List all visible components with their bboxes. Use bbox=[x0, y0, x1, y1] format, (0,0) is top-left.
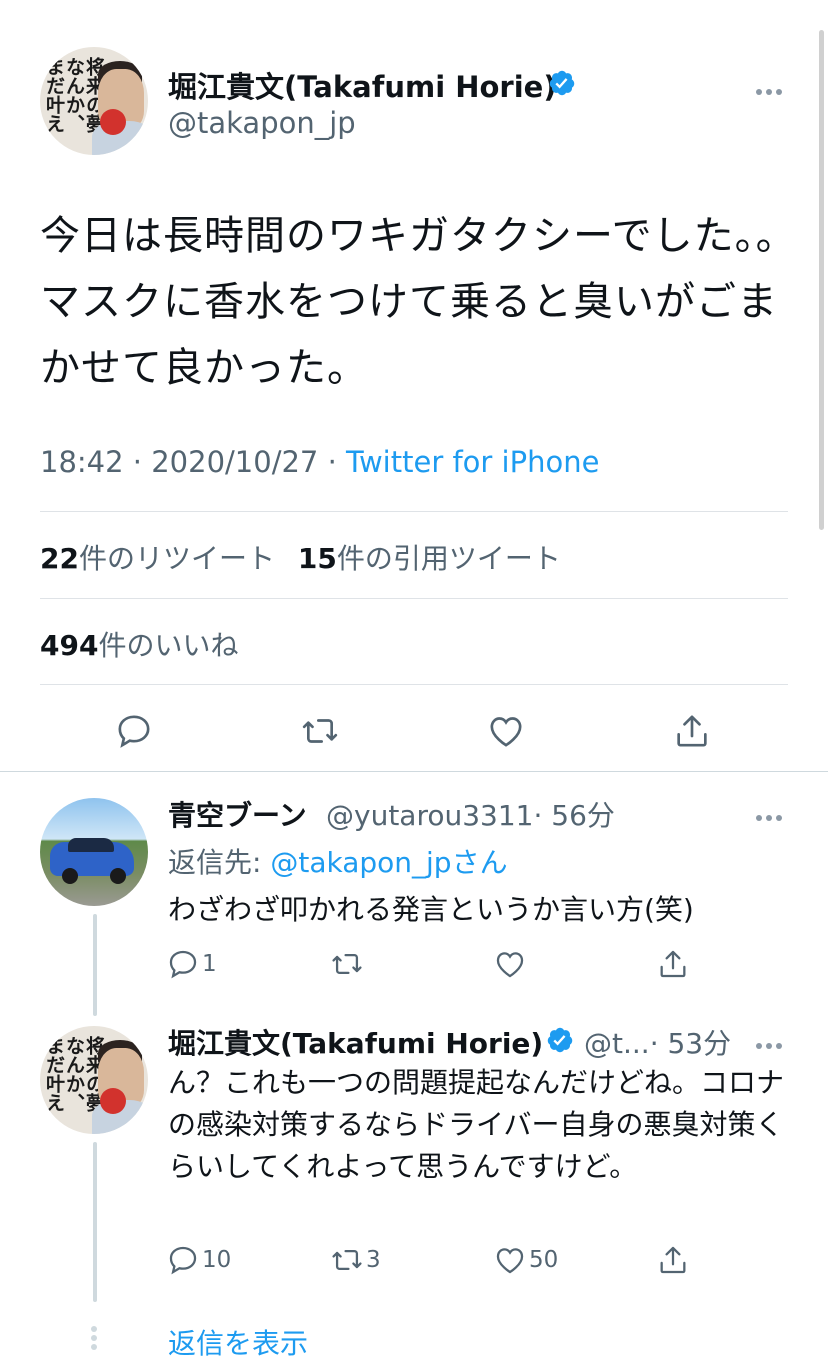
reply-count: 10 bbox=[202, 1247, 232, 1273]
reply-author-handle[interactable]: @t...· 53分 bbox=[584, 1022, 731, 1062]
share-icon[interactable] bbox=[672, 711, 712, 751]
share-action[interactable] bbox=[656, 1243, 692, 1277]
section-divider bbox=[0, 771, 828, 772]
tweet-text: 今日は長時間のワキガタクシーでした。。マスクに香水をつけて乗ると臭いがごまかせて… bbox=[40, 213, 797, 391]
reply-icon bbox=[169, 1246, 197, 1275]
retweet-count: 22 bbox=[40, 542, 79, 575]
retweet-icon[interactable] bbox=[300, 711, 340, 751]
quote-label: 件の引用ツイート bbox=[336, 542, 561, 575]
share-action[interactable] bbox=[656, 947, 692, 981]
more-options-icon[interactable] bbox=[756, 80, 786, 95]
like-heart-icon[interactable] bbox=[486, 711, 526, 751]
reply-time: · 56分 bbox=[533, 799, 615, 832]
retweet-label: 件のリツイート bbox=[78, 542, 275, 575]
scrollbar[interactable] bbox=[819, 30, 824, 530]
verified-badge-icon bbox=[549, 70, 575, 96]
avatar[interactable] bbox=[40, 798, 148, 906]
author-name[interactable]: 堀江貴文(Takafumi Horie) bbox=[168, 64, 557, 106]
more-options-icon[interactable] bbox=[756, 1034, 786, 1049]
reply-author-name[interactable]: 青空ブーン bbox=[168, 794, 307, 834]
thread-line bbox=[93, 914, 97, 1016]
more-options-icon[interactable] bbox=[756, 806, 786, 821]
like-count: 50 bbox=[529, 1247, 559, 1273]
reply-text: ん？これも一つの問題提起なんだけどね。コロナの感染対策するならドライバー自身の悪… bbox=[168, 1066, 785, 1183]
like-action[interactable]: 50 bbox=[493, 1243, 558, 1277]
reply-handle-text: @t... bbox=[584, 1027, 650, 1060]
reply-author-name[interactable]: 堀江貴文(Takafumi Horie) bbox=[168, 1022, 543, 1062]
retweet-icon bbox=[332, 1249, 362, 1271]
retweet-count: 3 bbox=[366, 1247, 381, 1273]
retweet-icon bbox=[332, 953, 362, 975]
reply-to-mention[interactable]: @takapon_jpさん bbox=[270, 846, 507, 879]
tweet-date: 2020/10/27 bbox=[151, 445, 319, 479]
retweet-action[interactable] bbox=[330, 947, 366, 981]
avatar[interactable]: 将来の夢なんか、まだ叶えろ bbox=[40, 1026, 148, 1134]
verified-badge-icon bbox=[547, 1027, 573, 1053]
divider bbox=[40, 598, 788, 599]
reply-to-line: 返信先: @takapon_jpさん bbox=[168, 841, 508, 881]
like-count: 494 bbox=[40, 629, 99, 662]
like-action[interactable] bbox=[493, 947, 529, 981]
meta-separator: · bbox=[327, 445, 337, 479]
reply-author-handle[interactable]: @yutarou3311· 56分 bbox=[326, 794, 615, 834]
reply-handle-text: @yutarou3311 bbox=[326, 799, 534, 832]
reply-to-label: 返信先: bbox=[168, 846, 262, 879]
like-label: 件のいいね bbox=[98, 629, 239, 662]
reply-time: · 53分 bbox=[649, 1027, 732, 1060]
share-icon bbox=[660, 1246, 686, 1274]
tweet-meta: 18:42 · 2020/10/27 · Twitter for iPhone bbox=[40, 445, 599, 479]
show-replies-link[interactable]: 返信を表示 bbox=[168, 1322, 308, 1362]
like-heart-icon bbox=[496, 1248, 524, 1274]
tweet-time: 18:42 bbox=[40, 445, 124, 479]
reply-action[interactable]: 10 bbox=[166, 1243, 231, 1277]
meta-separator: · bbox=[132, 445, 143, 479]
thread-line bbox=[93, 1142, 97, 1302]
divider bbox=[40, 511, 788, 512]
thread-more-dots-icon bbox=[91, 1326, 99, 1354]
quote-count: 15 bbox=[297, 542, 337, 575]
divider bbox=[40, 684, 788, 685]
like-heart-icon bbox=[496, 952, 524, 978]
author-handle[interactable]: @takapon_jp bbox=[168, 106, 356, 140]
share-icon bbox=[660, 950, 686, 978]
tweet-source-link[interactable]: Twitter for iPhone bbox=[346, 445, 599, 479]
retweet-action[interactable]: 3 bbox=[330, 1243, 381, 1277]
reply-count: 1 bbox=[202, 951, 217, 977]
retweet-stat-link[interactable]: 22件のリツイート bbox=[40, 542, 275, 575]
avatar[interactable]: 将来の夢なんか、まだ叶えろ bbox=[40, 47, 148, 155]
reply-icon bbox=[169, 950, 197, 979]
retweet-stats: 22件のリツイート 15件の引用ツイート bbox=[40, 537, 561, 577]
quote-stat-link[interactable]: 15件の引用ツイート bbox=[298, 542, 561, 575]
like-stat-link[interactable]: 494件のいいね bbox=[40, 624, 238, 664]
reply-icon[interactable] bbox=[114, 711, 154, 751]
reply-text: わざわざ叩かれる発言というか言い方(笑) bbox=[168, 893, 694, 926]
reply-action[interactable]: 1 bbox=[166, 947, 217, 981]
